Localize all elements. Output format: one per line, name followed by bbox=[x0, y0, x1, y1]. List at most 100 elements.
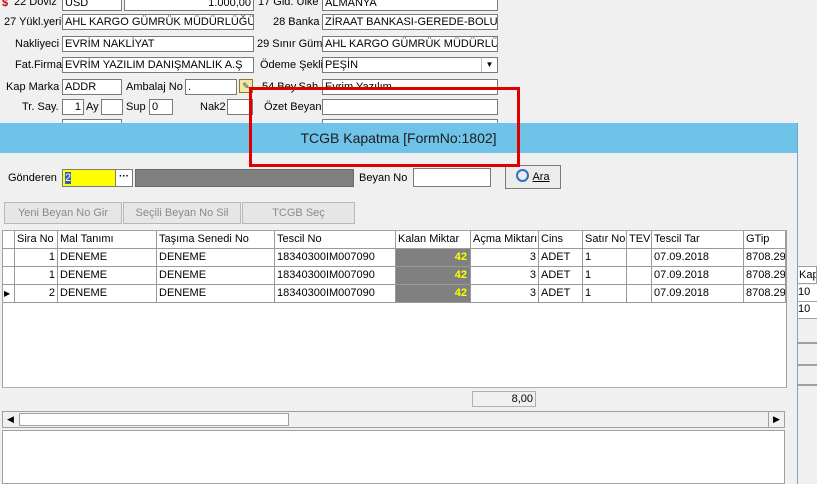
row-indicator[interactable] bbox=[3, 249, 15, 267]
doviz-field[interactable]: USD bbox=[62, 0, 122, 11]
gonderen-value: 2 bbox=[65, 172, 72, 184]
nakliyeci-label: Nakliyeci bbox=[15, 38, 60, 50]
right-grid-bottom-line-3 bbox=[797, 384, 817, 386]
scroll-left-icon[interactable]: ◀ bbox=[3, 412, 18, 427]
ay-label: Ay bbox=[86, 101, 99, 113]
sup-label: Sup bbox=[126, 101, 146, 113]
required-marker-icon: $ bbox=[2, 0, 9, 9]
tcgb-kapatma-dialog: TCGB Kapatma [FormNo:1802] Gönderen 2 ··… bbox=[0, 123, 798, 484]
ay-field[interactable] bbox=[101, 99, 123, 115]
col-header[interactable]: Açma Miktarı bbox=[471, 231, 539, 249]
cell-tasima-senedi[interactable]: DENEME bbox=[157, 267, 275, 285]
col-header[interactable]: Satır No bbox=[583, 231, 627, 249]
trsay-field[interactable]: 1 bbox=[62, 99, 84, 115]
cell-gtip[interactable]: 8708.29 bbox=[744, 285, 786, 303]
right-grid-cell-2: 10 bbox=[797, 302, 817, 319]
cell-tescil-tar[interactable]: 07.09.2018 bbox=[652, 267, 744, 285]
beyan-no-label: Beyan No bbox=[359, 172, 408, 184]
cell-tasima-senedi[interactable]: DENEME bbox=[157, 249, 275, 267]
cell-kalan-miktar[interactable]: 42 bbox=[396, 267, 471, 285]
cell-mal-tanimi[interactable]: DENEME bbox=[58, 285, 157, 303]
current-row-arrow-icon[interactable]: ▶ bbox=[3, 285, 15, 303]
cell-acma-miktari[interactable]: 3 bbox=[471, 249, 539, 267]
cell-tescil-no[interactable]: 18340300IM007090 bbox=[275, 285, 396, 303]
right-grid-bottom-line bbox=[797, 342, 817, 344]
cell-gtip[interactable]: 8708.29 bbox=[744, 249, 786, 267]
ara-button[interactable]: Ara bbox=[505, 165, 561, 189]
cell-sira-no[interactable]: 2 bbox=[15, 285, 58, 303]
fatfirma-field[interactable]: EVRİM YAZILIM DANIŞMANLIK A.Ş bbox=[62, 57, 254, 73]
col-header[interactable]: Cins bbox=[539, 231, 583, 249]
chevron-down-icon[interactable]: ▼ bbox=[481, 58, 497, 72]
cell-cins[interactable]: ADET bbox=[539, 267, 583, 285]
cell-satir-no[interactable]: 1 bbox=[583, 285, 627, 303]
right-grid-bottom-line-2 bbox=[797, 364, 817, 366]
cell-acma-miktari[interactable]: 3 bbox=[471, 285, 539, 303]
banka-field[interactable]: ZİRAAT BANKASI-GEREDE-BOLU bbox=[322, 14, 498, 30]
beyan-no-input[interactable] bbox=[413, 168, 491, 187]
cell-cins[interactable]: ADET bbox=[539, 249, 583, 267]
gonderen-label: Gönderen bbox=[8, 172, 57, 184]
col-header[interactable]: TEV bbox=[627, 231, 652, 249]
col-header[interactable]: Kalan Miktar bbox=[396, 231, 471, 249]
col-header[interactable]: GTip bbox=[744, 231, 786, 249]
horizontal-scrollbar[interactable]: ◀ ▶ bbox=[2, 411, 785, 428]
beyan-grid[interactable]: Sira No Mal Tanımı Taşıma Senedi No Tesc… bbox=[2, 230, 787, 388]
annotation-highlight-box bbox=[249, 87, 520, 167]
kapmarka-label: Kap Marka bbox=[6, 81, 60, 93]
cell-satir-no[interactable]: 1 bbox=[583, 267, 627, 285]
cell-tasima-senedi[interactable]: DENEME bbox=[157, 285, 275, 303]
cell-kalan-miktar[interactable]: 42 bbox=[396, 285, 471, 303]
cell-tescil-tar[interactable]: 07.09.2018 bbox=[652, 285, 744, 303]
yeni-beyan-button[interactable]: Yeni Beyan No Gir bbox=[4, 202, 122, 224]
tcgb-sec-button[interactable]: TCGB Seç bbox=[242, 202, 355, 224]
kapmarka-field[interactable]: ADDR bbox=[62, 79, 122, 95]
yukleyeri-field[interactable]: AHL KARGO GÜMRÜK MÜDÜRLÜĞÜ bbox=[62, 14, 254, 30]
doviz-label: 22 Döviz bbox=[14, 0, 57, 8]
cell-sira-no[interactable]: 1 bbox=[15, 249, 58, 267]
right-kap-label: Kap bbox=[799, 269, 817, 281]
nak2-label: Nak2 bbox=[200, 101, 226, 113]
sinir-field[interactable]: AHL KARGO GÜMRÜK MÜDÜRLÜĞ bbox=[322, 36, 498, 52]
scroll-thumb[interactable] bbox=[19, 413, 289, 426]
cell-acma-miktari[interactable]: 3 bbox=[471, 267, 539, 285]
cell-tescil-no[interactable]: 18340300IM007090 bbox=[275, 267, 396, 285]
row-indicator-header bbox=[3, 231, 15, 249]
gid-ulke-label: 17 Gid. Ülke bbox=[258, 0, 319, 8]
cell-gtip[interactable]: 8708.29 bbox=[744, 267, 786, 285]
nakliyeci-field[interactable]: EVRİM NAKLİYAT bbox=[62, 36, 254, 52]
right-grid-header: Kap bbox=[797, 266, 817, 284]
scroll-right-icon[interactable]: ▶ bbox=[768, 412, 784, 427]
gonderen-lookup-button[interactable]: ··· bbox=[115, 169, 133, 187]
cell-mal-tanimi[interactable]: DENEME bbox=[58, 267, 157, 285]
row-indicator[interactable] bbox=[3, 267, 15, 285]
cell-kalan-miktar[interactable]: 42 bbox=[396, 249, 471, 267]
odeme-value: PEŞİN bbox=[325, 59, 359, 71]
cell-tescil-no[interactable]: 18340300IM007090 bbox=[275, 249, 396, 267]
amount-field[interactable]: 1.000,00 bbox=[124, 0, 254, 11]
col-header[interactable]: Tescil Tar bbox=[652, 231, 744, 249]
odeme-label: Ödeme Şekli bbox=[260, 59, 323, 71]
right-grid-cell-1: 10 bbox=[797, 285, 817, 302]
cell-tev[interactable] bbox=[627, 267, 652, 285]
total-acma-miktari: 8,00 bbox=[472, 391, 536, 407]
odeme-select[interactable]: PEŞİN ▼ bbox=[322, 57, 498, 73]
cell-tev[interactable] bbox=[627, 285, 652, 303]
col-header[interactable]: Taşıma Senedi No bbox=[157, 231, 275, 249]
cell-cins[interactable]: ADET bbox=[539, 285, 583, 303]
sup-field[interactable]: 0 bbox=[149, 99, 173, 115]
cell-tev[interactable] bbox=[627, 249, 652, 267]
secili-beyan-sil-button[interactable]: Seçili Beyan No Sil bbox=[123, 202, 241, 224]
ambalaj-field[interactable]: . bbox=[185, 79, 237, 95]
cell-sira-no[interactable]: 1 bbox=[15, 267, 58, 285]
col-header[interactable]: Sira No bbox=[15, 231, 58, 249]
cell-mal-tanimi[interactable]: DENEME bbox=[58, 249, 157, 267]
col-header[interactable]: Mal Tanımı bbox=[58, 231, 157, 249]
gid-ulke-field[interactable]: ALMANYA bbox=[322, 0, 498, 11]
col-header[interactable]: Tescil No bbox=[275, 231, 396, 249]
gonderen-input[interactable]: 2 bbox=[62, 169, 118, 187]
sinir-label: 29 Sınır Güm. bbox=[257, 38, 326, 50]
cell-tescil-tar[interactable]: 07.09.2018 bbox=[652, 249, 744, 267]
cell-satir-no[interactable]: 1 bbox=[583, 249, 627, 267]
bottom-detail-pane[interactable] bbox=[2, 430, 785, 484]
